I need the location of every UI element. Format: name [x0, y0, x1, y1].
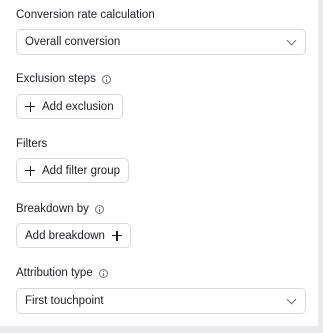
breakdown-section: Breakdown by Add breakdown	[16, 200, 318, 248]
breakdown-label: Breakdown by	[16, 203, 89, 215]
attribution-select[interactable]: First touchpoint	[16, 288, 306, 314]
attribution-section: Attribution type First touchpoint	[16, 264, 318, 314]
conversion-section: Conversion rate calculation Overall conv…	[16, 6, 318, 55]
attribution-label-row: Attribution type	[16, 264, 318, 282]
filters-label: Filters	[16, 138, 48, 150]
chevron-down-icon	[286, 35, 297, 46]
filters-section: Filters Add filter group	[16, 135, 318, 183]
info-icon[interactable]	[98, 268, 108, 278]
plus-icon	[25, 101, 35, 112]
conversion-select-value: Overall conversion	[25, 36, 121, 48]
exclusion-section: Exclusion steps Add exclusion	[16, 70, 318, 119]
add-exclusion-button[interactable]: Add exclusion	[16, 94, 123, 119]
add-breakdown-button[interactable]: Add breakdown	[16, 223, 131, 248]
exclusion-label: Exclusion steps	[16, 73, 96, 85]
attribution-label: Attribution type	[16, 267, 93, 279]
conversion-label: Conversion rate calculation	[16, 9, 155, 21]
info-icon[interactable]	[101, 74, 111, 84]
settings-panel: Conversion rate calculation Overall conv…	[0, 0, 318, 326]
attribution-select-value: First touchpoint	[25, 295, 104, 307]
breakdown-label-row: Breakdown by	[16, 200, 318, 218]
plus-icon	[111, 230, 122, 241]
chevron-down-icon	[286, 294, 297, 305]
add-filter-group-button[interactable]: Add filter group	[16, 158, 129, 183]
info-icon[interactable]	[94, 204, 104, 214]
conversion-select[interactable]: Overall conversion	[16, 29, 306, 55]
plus-icon	[25, 165, 35, 176]
exclusion-label-row: Exclusion steps	[16, 70, 318, 88]
add-filter-group-label: Add filter group	[42, 164, 120, 177]
add-breakdown-label: Add breakdown	[25, 229, 105, 242]
conversion-label-row: Conversion rate calculation	[16, 6, 318, 24]
add-exclusion-label: Add exclusion	[42, 100, 114, 113]
filters-label-row: Filters	[16, 135, 318, 153]
